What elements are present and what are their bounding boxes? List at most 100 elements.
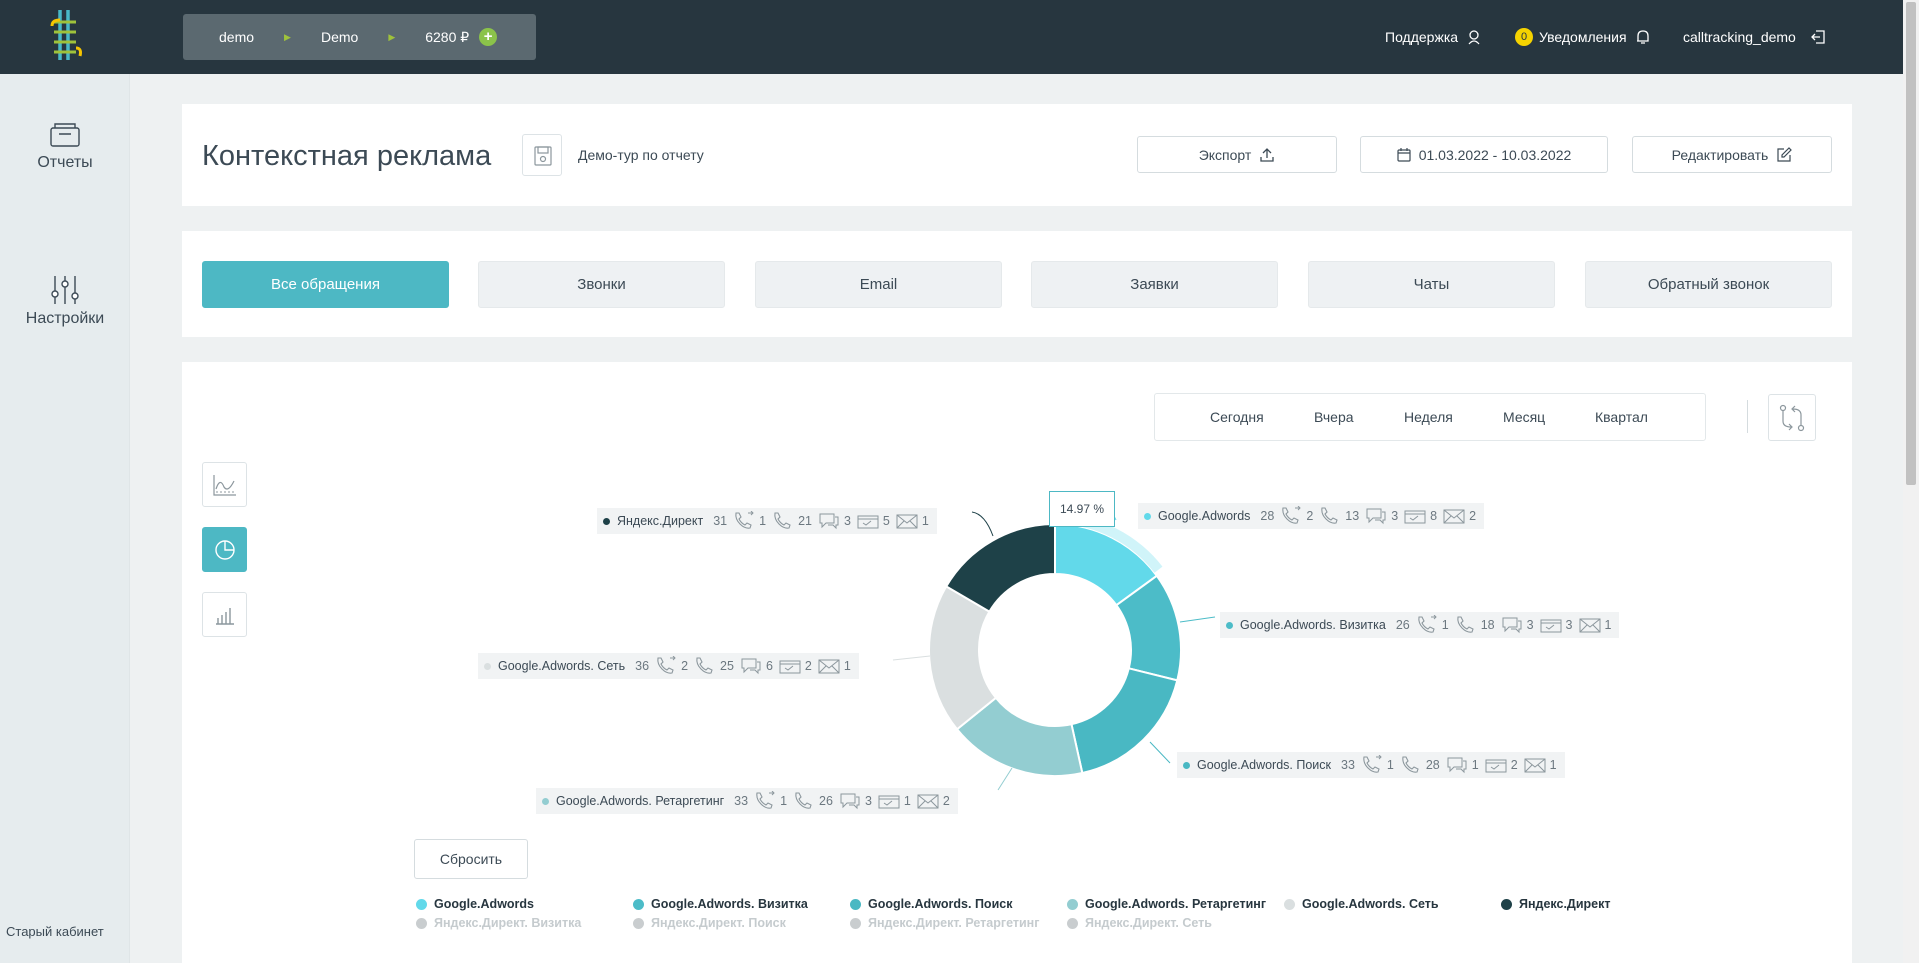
emails-count: 1 [1549, 758, 1557, 772]
calls-count: 21 [798, 514, 812, 528]
legend-dot [1067, 898, 1078, 910]
chats-count: 3 [1526, 618, 1534, 632]
phone-icon [1402, 756, 1419, 773]
legend-dot [633, 898, 644, 910]
requests-count: 5 [882, 514, 890, 528]
emails-count: 1 [843, 659, 851, 673]
callback-count: 1 [780, 794, 788, 808]
legend-item[interactable]: Google.Adwords. Визитка [633, 897, 808, 911]
requests-count: 8 [1430, 509, 1438, 523]
requests-count: 1 [903, 794, 911, 808]
chat-icon [819, 513, 839, 530]
chats-count: 3 [1391, 509, 1399, 523]
request-icon [1404, 510, 1426, 524]
mail-icon [818, 659, 840, 674]
callback-icon [735, 511, 754, 529]
phone-icon [1456, 616, 1474, 633]
chat-icon [1502, 617, 1522, 634]
phone-icon [1321, 507, 1338, 524]
legend-label: Google.Adwords. Поиск [868, 897, 1013, 911]
series-total: 28 [1260, 509, 1275, 523]
legend-item[interactable]: Google.Adwords. Поиск [850, 897, 1012, 911]
callback-count: 2 [1306, 509, 1314, 523]
emails-count: 2 [942, 794, 950, 808]
legend-item-inactive[interactable]: Яндекс.Директ. Сеть [1067, 916, 1212, 930]
chat-icon [741, 658, 761, 675]
series-dot [603, 517, 610, 525]
series-dot [1226, 621, 1233, 629]
phone-icon [795, 792, 812, 809]
series-total: 36 [635, 659, 650, 673]
callback-count: 1 [759, 514, 767, 528]
mail-icon [1443, 509, 1465, 524]
series-name: Google.Adwords. Ретаргетинг [556, 794, 725, 808]
legend-item-inactive[interactable]: Яндекс.Директ. Ретаргетинг [850, 916, 1039, 930]
series-dot [1144, 512, 1151, 520]
reset-button[interactable]: Сбросить [414, 839, 528, 879]
legend-dot [1284, 898, 1295, 910]
callback-icon [756, 791, 775, 809]
legend-dot [633, 917, 644, 929]
slice-label-4: Google.Adwords. Сеть 36 2 25 6 2 1 [478, 653, 859, 679]
legend-item[interactable]: Яндекс.Директ [1501, 897, 1611, 911]
scrollbar-thumb[interactable] [1906, 2, 1916, 485]
legend-dot [416, 898, 427, 910]
legend-label: Яндекс.Директ. Сеть [1085, 916, 1212, 930]
calls-count: 13 [1345, 509, 1360, 523]
chat-icon [1366, 508, 1386, 525]
slice-label-0: Google.Adwords 28 2 13 3 8 2 [1138, 503, 1485, 529]
callback-count: 2 [681, 659, 689, 673]
chats-count: 3 [843, 514, 851, 528]
callback-icon [1418, 615, 1437, 633]
legend-dot [416, 917, 427, 929]
phone-icon [774, 512, 791, 529]
slice-label-5: Яндекс.Директ 31 1 21 3 5 1 [597, 508, 937, 534]
legend-dot [1067, 917, 1078, 929]
legend-dot [850, 898, 861, 910]
emails-count: 2 [1469, 509, 1477, 523]
chats-count: 3 [864, 794, 872, 808]
request-icon [1485, 759, 1507, 773]
legend-item[interactable]: Google.Adwords [416, 897, 534, 911]
callback-count: 1 [1386, 758, 1394, 772]
mail-icon [1524, 758, 1546, 773]
legend-label: Яндекс.Директ [1519, 897, 1611, 911]
mail-icon [917, 794, 939, 809]
emails-count: 1 [1604, 618, 1612, 632]
leader-lines [892, 507, 1216, 791]
chats-count: 1 [1471, 758, 1479, 772]
requests-count: 3 [1565, 618, 1573, 632]
mail-icon [896, 514, 918, 529]
slice-label-1: Google.Adwords. Визитка 26 1 18 3 3 1 [1220, 612, 1620, 638]
slice-label-2: Google.Adwords. Поиск 33 1 28 1 2 1 [1177, 752, 1565, 778]
series-dot [542, 797, 549, 805]
request-icon [1540, 619, 1562, 633]
callback-icon [1282, 506, 1302, 524]
calls-count: 26 [819, 794, 833, 808]
requests-count: 2 [1510, 758, 1518, 772]
mail-icon [1579, 618, 1600, 633]
legend-label: Google.Adwords [434, 897, 534, 911]
legend-label: Google.Adwords. Визитка [651, 897, 808, 911]
calls-count: 18 [1480, 618, 1495, 632]
series-dot [484, 662, 491, 670]
series-name: Google.Adwords. Поиск [1197, 758, 1331, 772]
legend-item-inactive[interactable]: Яндекс.Директ. Поиск [633, 916, 786, 930]
slice-label-3: Google.Adwords. Ретаргетинг 33 1 26 3 1 … [536, 788, 958, 814]
request-icon [878, 795, 900, 809]
legend-label: Яндекс.Директ. Ретаргетинг [868, 916, 1040, 930]
legend-label: Google.Adwords. Сеть [1302, 897, 1439, 911]
series-total: 33 [734, 794, 749, 808]
series-total: 33 [1341, 758, 1355, 772]
calls-count: 25 [720, 659, 734, 673]
legend-dot [850, 917, 861, 929]
series-total: 26 [1395, 618, 1410, 632]
legend-item-inactive[interactable]: Яндекс.Директ. Визитка [416, 916, 581, 930]
legend-item[interactable]: Google.Adwords. Сеть [1284, 897, 1439, 911]
series-name: Google.Adwords [1158, 509, 1251, 523]
series-dot [1183, 761, 1190, 769]
chats-count: 6 [765, 659, 773, 673]
legend-item[interactable]: Google.Adwords. Ретаргетинг [1067, 897, 1266, 911]
requests-count: 2 [804, 659, 812, 673]
series-name: Google.Adwords. Визитка [1240, 618, 1386, 632]
